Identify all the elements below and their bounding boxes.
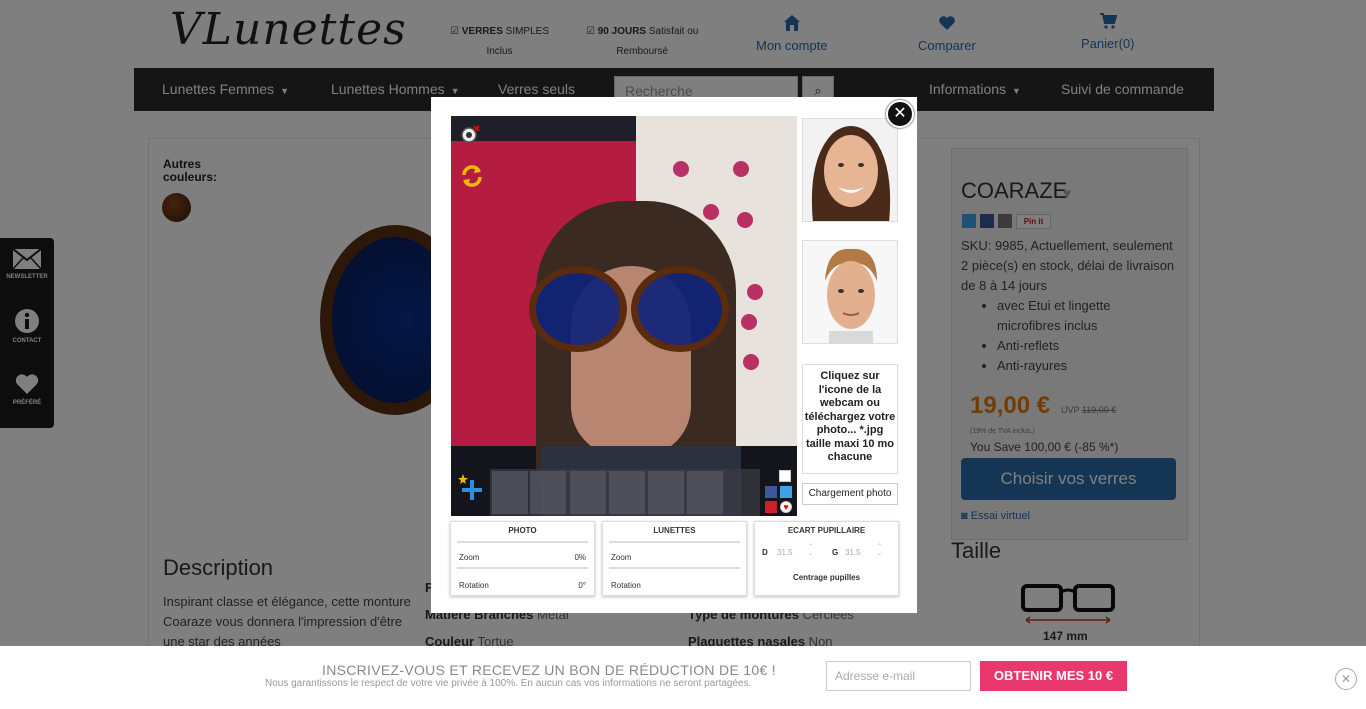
thumbnail-slot[interactable] (648, 471, 684, 514)
webcam-icon[interactable] (460, 124, 480, 144)
model-photo-woman[interactable] (802, 118, 898, 222)
pd-left-stepper[interactable]: ⌃ ⌄ (877, 544, 882, 558)
newsletter-subtitle: Nous garantissons le respect de votre vi… (265, 678, 752, 689)
glasses-panel: LUNETTES Zoom Rotation (602, 521, 747, 596)
model-photo-man[interactable] (802, 240, 898, 344)
pd-right-input[interactable]: 31.5 (777, 548, 793, 557)
thumbnail-slot[interactable] (609, 471, 645, 514)
newsletter-bar: INSCRIVEZ-VOUS ET RECEVEZ UN BON DE RÉDU… (0, 646, 1366, 709)
center-pupils-button[interactable]: Centrage pupilles (755, 573, 898, 582)
glasses-top-slider[interactable] (609, 541, 740, 543)
close-icon[interactable]: ✕ (1335, 668, 1357, 690)
pd-left-input[interactable]: 31.5 (845, 548, 861, 557)
upload-instructions: Cliquez sur l'icone de la webcam ou télé… (802, 364, 898, 474)
photo-rotation-value: 0° (578, 581, 586, 590)
close-modal-button[interactable]: ✕ (886, 100, 914, 128)
pd-right-stepper[interactable]: ⌃ ⌄ (808, 544, 813, 558)
frame-icon[interactable] (779, 470, 791, 482)
photo-zoom-value: 0% (574, 553, 586, 562)
thumbnail-slot[interactable] (570, 471, 606, 514)
photo-panel: PHOTO Zoom 0% Rotation 0° (450, 521, 595, 596)
facebook-share-icon[interactable] (765, 486, 777, 498)
email-field[interactable]: Adresse e-mail (826, 661, 971, 691)
get-discount-button[interactable]: OBTENIR MES 10 € (980, 661, 1127, 691)
twitter-share-icon[interactable] (780, 486, 792, 498)
pupillary-distance-panel: ECART PUPILLAIRE D 31.5 ⌃ ⌄ G 31.5 ⌃ ⌄ Cen… (754, 521, 899, 596)
virtual-glasses[interactable] (529, 266, 627, 352)
glasses-thumbnail-strip (490, 469, 760, 516)
tryon-preview (451, 116, 797, 516)
add-glasses-icon[interactable] (458, 474, 486, 502)
pinterest-share-icon[interactable] (765, 501, 777, 513)
upload-photo-button[interactable]: Chargement photo (802, 483, 898, 505)
newsletter-title: INSCRIVEZ-VOUS ET RECEVEZ UN BON DE RÉDU… (322, 662, 776, 678)
photo-zoom-slider[interactable] (457, 567, 588, 569)
thumbnail-slot[interactable] (687, 471, 723, 514)
photo-top-slider[interactable] (457, 541, 588, 543)
virtual-glasses[interactable] (631, 266, 729, 352)
heart-share-icon[interactable]: ♥ (780, 501, 792, 513)
thumbnail-slot[interactable] (530, 471, 566, 514)
glasses-zoom-slider[interactable] (609, 567, 740, 569)
refresh-icon[interactable] (459, 163, 485, 189)
thumbnail-slot[interactable] (492, 471, 528, 514)
